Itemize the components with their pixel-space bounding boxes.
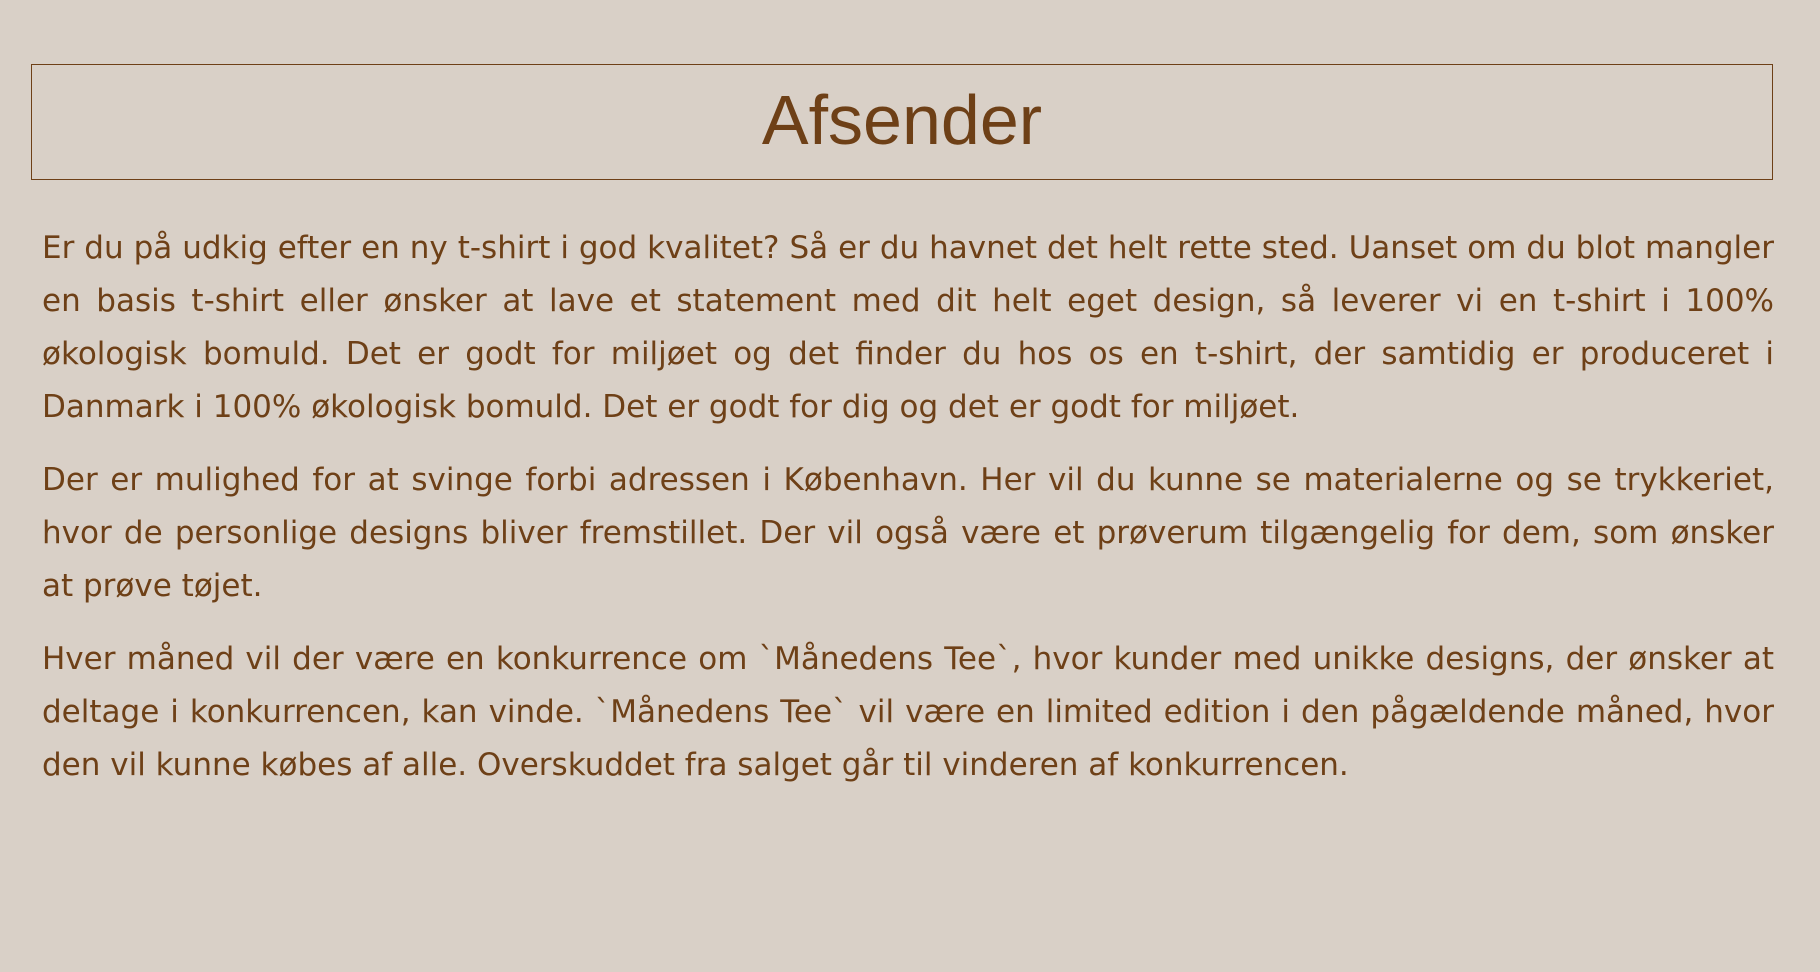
paragraph-intro: Er du på udkig efter en ny t-shirt i god… bbox=[42, 230, 1774, 425]
body-text: Er du på udkig efter en ny t-shirt i god… bbox=[42, 222, 1774, 812]
slide: Afsender Er du på udkig efter en ny t-sh… bbox=[0, 0, 1820, 972]
paragraph-competition: Hver måned vil der være en konkurrence o… bbox=[42, 641, 1774, 783]
slide-title: Afsender bbox=[761, 81, 1043, 159]
title-box: Afsender bbox=[31, 64, 1773, 180]
paragraph-visit: Der er mulighed for at svinge forbi adre… bbox=[42, 462, 1774, 604]
